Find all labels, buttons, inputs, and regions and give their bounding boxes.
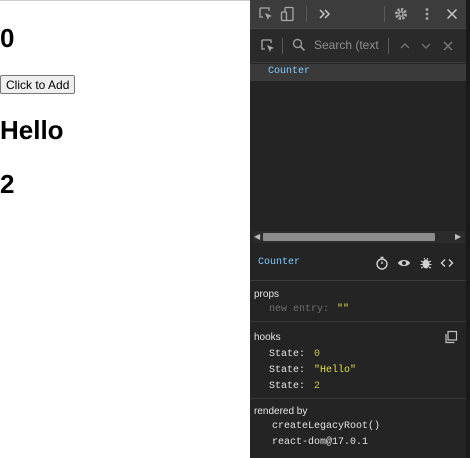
props-section: props new entry: "" (250, 281, 466, 322)
hook-state-value[interactable]: "Hello" (314, 365, 356, 376)
bug-icon[interactable] (419, 256, 433, 270)
source-icon[interactable] (440, 256, 454, 270)
click-to-add-button[interactable]: Click to Add (0, 75, 76, 94)
new-entry-key[interactable]: new entry: (269, 304, 329, 315)
search-icon (292, 38, 306, 52)
tree-item-label: Counter (268, 66, 311, 77)
component-tree: Counter (250, 63, 466, 231)
search-separator (282, 38, 283, 54)
counter-value: 0 (0, 23, 15, 53)
scroll-right-icon[interactable]: ▶ (455, 232, 461, 241)
selected-component-name: Counter (258, 257, 301, 268)
toolbar-separator (306, 6, 307, 22)
new-entry-value[interactable]: "" (337, 304, 349, 315)
close-icon[interactable] (444, 6, 460, 22)
copy-icon[interactable] (444, 330, 458, 344)
inspect-element-icon[interactable] (258, 6, 274, 22)
stopwatch-icon[interactable] (375, 256, 389, 270)
rendered-by-title: rendered by (254, 406, 308, 417)
renderer-item[interactable]: react-dom@17.0.1 (272, 437, 368, 448)
devtools-toolbar (250, 0, 466, 29)
devtools-edge-scrollbar[interactable] (466, 0, 470, 458)
settings-icon[interactable] (393, 6, 409, 22)
devtools-panel: Search (text Counter ◀ ▶ Counter props n… (250, 0, 470, 458)
toolbar-separator (384, 6, 385, 22)
eye-icon[interactable] (397, 256, 411, 270)
hook-state-key: State: (269, 349, 306, 360)
select-element-icon[interactable] (260, 38, 276, 54)
search-separator (388, 38, 389, 54)
rendered-by-section: rendered by createLegacyRoot() react-dom… (250, 399, 466, 458)
hook-state-value[interactable]: 0 (314, 349, 320, 360)
chevron-up-icon[interactable] (397, 38, 413, 54)
component-search-bar: Search (text (250, 29, 466, 63)
props-title: props (254, 289, 280, 300)
greeting-text: Hello (0, 115, 64, 145)
second-value: 2 (0, 169, 15, 199)
hooks-section: hooks State: 0 State: "Hello" State: 2 (250, 322, 466, 399)
more-tabs-icon[interactable] (316, 6, 332, 22)
hook-state-key: State: (269, 365, 306, 376)
hook-state-value[interactable]: 2 (314, 381, 320, 392)
app-page: 0 Click to Add Hello 2 (0, 0, 250, 458)
selected-component-header: Counter (250, 247, 466, 281)
horizontal-scrollbar[interactable]: ◀ ▶ (253, 231, 465, 243)
chevron-down-icon[interactable] (418, 38, 434, 54)
search-input[interactable]: Search (text (314, 38, 382, 52)
hooks-title: hooks (254, 332, 281, 343)
scroll-left-icon[interactable]: ◀ (254, 232, 260, 241)
clear-search-icon[interactable] (440, 38, 456, 54)
kebab-menu-icon[interactable] (419, 6, 435, 22)
tree-item-counter[interactable]: Counter (250, 64, 466, 81)
scrollbar-thumb[interactable] (263, 233, 435, 241)
hook-state-key: State: (269, 381, 306, 392)
renderer-item[interactable]: createLegacyRoot() (272, 421, 380, 432)
device-toggle-icon[interactable] (280, 6, 296, 22)
